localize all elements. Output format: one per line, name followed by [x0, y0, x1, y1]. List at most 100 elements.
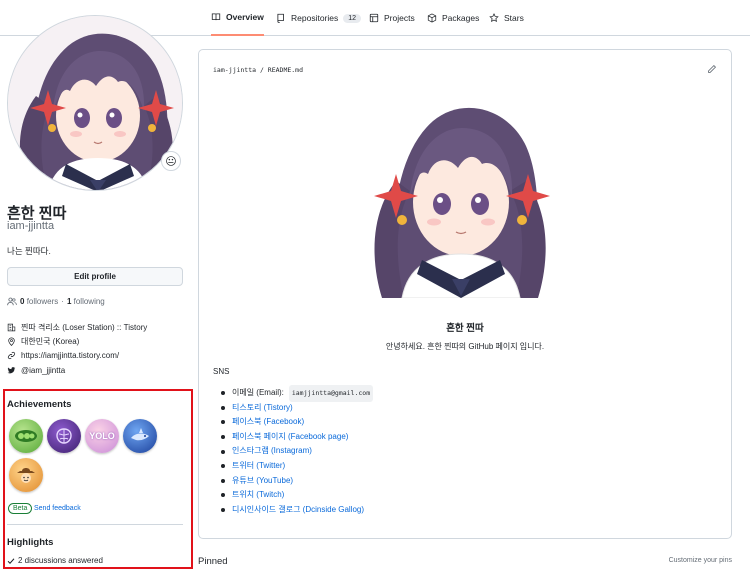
link-icon: [7, 351, 16, 360]
tab-overview-label: Overview: [226, 12, 264, 22]
tab-packages[interactable]: Packages: [427, 0, 479, 36]
profile-organization: 찐따 격리소 (Loser Station) :: Tistory: [7, 322, 147, 333]
bullet: [221, 449, 225, 454]
profile-avatar[interactable]: [7, 15, 183, 191]
customize-pins-link[interactable]: Customize your pins: [669, 557, 732, 564]
organization-icon: [7, 323, 16, 332]
pinned-heading: Pinned: [198, 556, 228, 567]
list-item: 페이스북 (Facebook): [221, 415, 373, 430]
followers-count: 0: [20, 297, 25, 306]
facebook-page-link[interactable]: 페이스북 페이지 (Facebook page): [232, 430, 348, 445]
tab-projects-label: Projects: [384, 13, 415, 23]
beta-badge: Beta: [8, 503, 33, 514]
edit-profile-button[interactable]: Edit profile: [7, 267, 183, 286]
tab-overview[interactable]: Overview: [211, 0, 264, 36]
twitter-link[interactable]: 트위터 (Twitter): [232, 459, 285, 474]
status-emoji-button[interactable]: 😐: [161, 151, 181, 171]
bullet: [221, 493, 225, 498]
location-icon: [8, 337, 15, 346]
brain-icon: [56, 428, 72, 444]
readme-anime-image: [358, 86, 562, 298]
bullet: [221, 464, 225, 469]
star-icon: [489, 13, 499, 23]
achievement-badge-quickdraw[interactable]: [9, 458, 43, 492]
organization-label: 찐따 격리소 (Loser Station) :: Tistory: [21, 323, 148, 332]
tistory-link[interactable]: 티스토리 (Tistory): [232, 401, 293, 416]
send-feedback-link[interactable]: Send feedback: [34, 505, 81, 512]
tab-stars-label: Stars: [504, 13, 524, 23]
bullet: [221, 391, 225, 396]
pea-pod-icon: [15, 430, 37, 442]
achievement-badge-yolo[interactable]: YOLO: [85, 419, 119, 453]
bullet: [221, 478, 225, 483]
bullet: [221, 420, 225, 425]
readme-card: iam-jjintta / README.md 흔한 찐따 안녕하세요. 흔한 …: [198, 49, 732, 539]
highlights-title: Highlights: [7, 537, 54, 548]
profile-bio: 나는 찐따다.: [7, 246, 51, 256]
profile-twitter[interactable]: @iam_jjintta: [7, 366, 65, 375]
book-icon: [211, 13, 221, 21]
tab-packages-label: Packages: [442, 13, 480, 23]
repo-icon: [277, 13, 284, 23]
status-emoji: 😐: [165, 155, 177, 168]
tab-stars[interactable]: Stars: [489, 0, 524, 36]
list-item: 트위치 (Twitch): [221, 488, 373, 503]
followers-label: followers: [26, 297, 59, 306]
table-icon: [369, 13, 379, 23]
readme-heading: 흔한 찐따: [446, 323, 484, 334]
profile-location: 대한민국 (Korea): [7, 336, 79, 347]
readme-intro: 안녕하세요. 흔한 찐따의 GitHub 페이지 입니다.: [385, 342, 545, 351]
twitch-link[interactable]: 트위치 (Twitch): [232, 488, 284, 503]
followers-link[interactable]: 0 followers: [20, 297, 58, 306]
list-item: 페이스북 페이지 (Facebook page): [221, 430, 373, 445]
readme-path[interactable]: iam-jjintta / README.md: [213, 66, 303, 74]
list-item: 이메일 (Email): iamjjintta@gmail.com: [221, 385, 374, 402]
following-count: 1: [66, 297, 72, 306]
website-link[interactable]: https://iamjjintta.tistory.com/: [21, 351, 119, 360]
highlight-item: 2 discussions answered: [7, 556, 103, 565]
bullet: [221, 435, 225, 440]
list-item: 트위터 (Twitter): [221, 459, 373, 474]
achievement-badge-pull-shark[interactable]: [123, 419, 157, 453]
package-icon: [427, 13, 437, 23]
anime-avatar-illustration: [8, 16, 182, 190]
following-label: following: [73, 297, 105, 306]
list-item: 유튜브 (YouTube): [221, 474, 373, 489]
youtube-link[interactable]: 유튜브 (YouTube): [232, 474, 293, 489]
list-item: 인스타그램 (Instagram): [221, 444, 373, 459]
list-item: 티스토리 (Tistory): [221, 401, 373, 416]
twitter-icon: [7, 367, 16, 374]
following-link[interactable]: 1 following: [67, 297, 105, 306]
email-label: 이메일 (Email):: [232, 388, 284, 397]
dcinside-link[interactable]: 디시인사이드 갤로그 (Dcinside Gallog): [232, 503, 364, 518]
list-item: 디시인사이드 갤로그 (Dcinside Gallog): [221, 503, 373, 518]
repositories-count-badge: 12: [343, 13, 362, 23]
instagram-link[interactable]: 인스타그램 (Instagram): [232, 444, 312, 459]
tab-projects[interactable]: Projects: [369, 0, 415, 36]
highlight-item-label: 2 discussions answered: [18, 556, 103, 565]
achievements-title: Achievements: [7, 399, 72, 410]
pencil-icon[interactable]: [707, 64, 717, 74]
follow-separator: ·: [61, 297, 64, 306]
shark-icon: [131, 428, 149, 441]
check-icon: [7, 557, 15, 564]
achievement-badge-pair-extraordinaire[interactable]: [9, 419, 43, 453]
profile-username: iam-jjintta: [7, 220, 55, 232]
cowboy-icon: [17, 468, 35, 483]
people-icon: [7, 297, 17, 306]
location-label: 대한민국 (Korea): [21, 337, 80, 346]
follow-stats: 0 followers · 1 following: [7, 297, 105, 306]
tab-repositories[interactable]: Repositories 12: [276, 0, 362, 36]
facebook-link[interactable]: 페이스북 (Facebook): [232, 415, 304, 430]
sns-heading: SNS: [213, 367, 230, 376]
yolo-badge-text: YOLO: [89, 431, 115, 441]
profile-website[interactable]: https://iamjjintta.tistory.com/: [7, 351, 119, 360]
section-divider: [7, 524, 183, 525]
twitter-handle[interactable]: @iam_jjintta: [21, 366, 65, 375]
sns-link-list: 이메일 (Email): iamjjintta@gmail.com 티스토리 (…: [221, 385, 374, 518]
bullet: [221, 405, 225, 410]
anime-character-illustration: [358, 86, 562, 298]
bullet: [221, 508, 225, 513]
achievement-badge-galaxy-brain[interactable]: [47, 419, 81, 453]
tab-repositories-label: Repositories: [291, 13, 339, 23]
